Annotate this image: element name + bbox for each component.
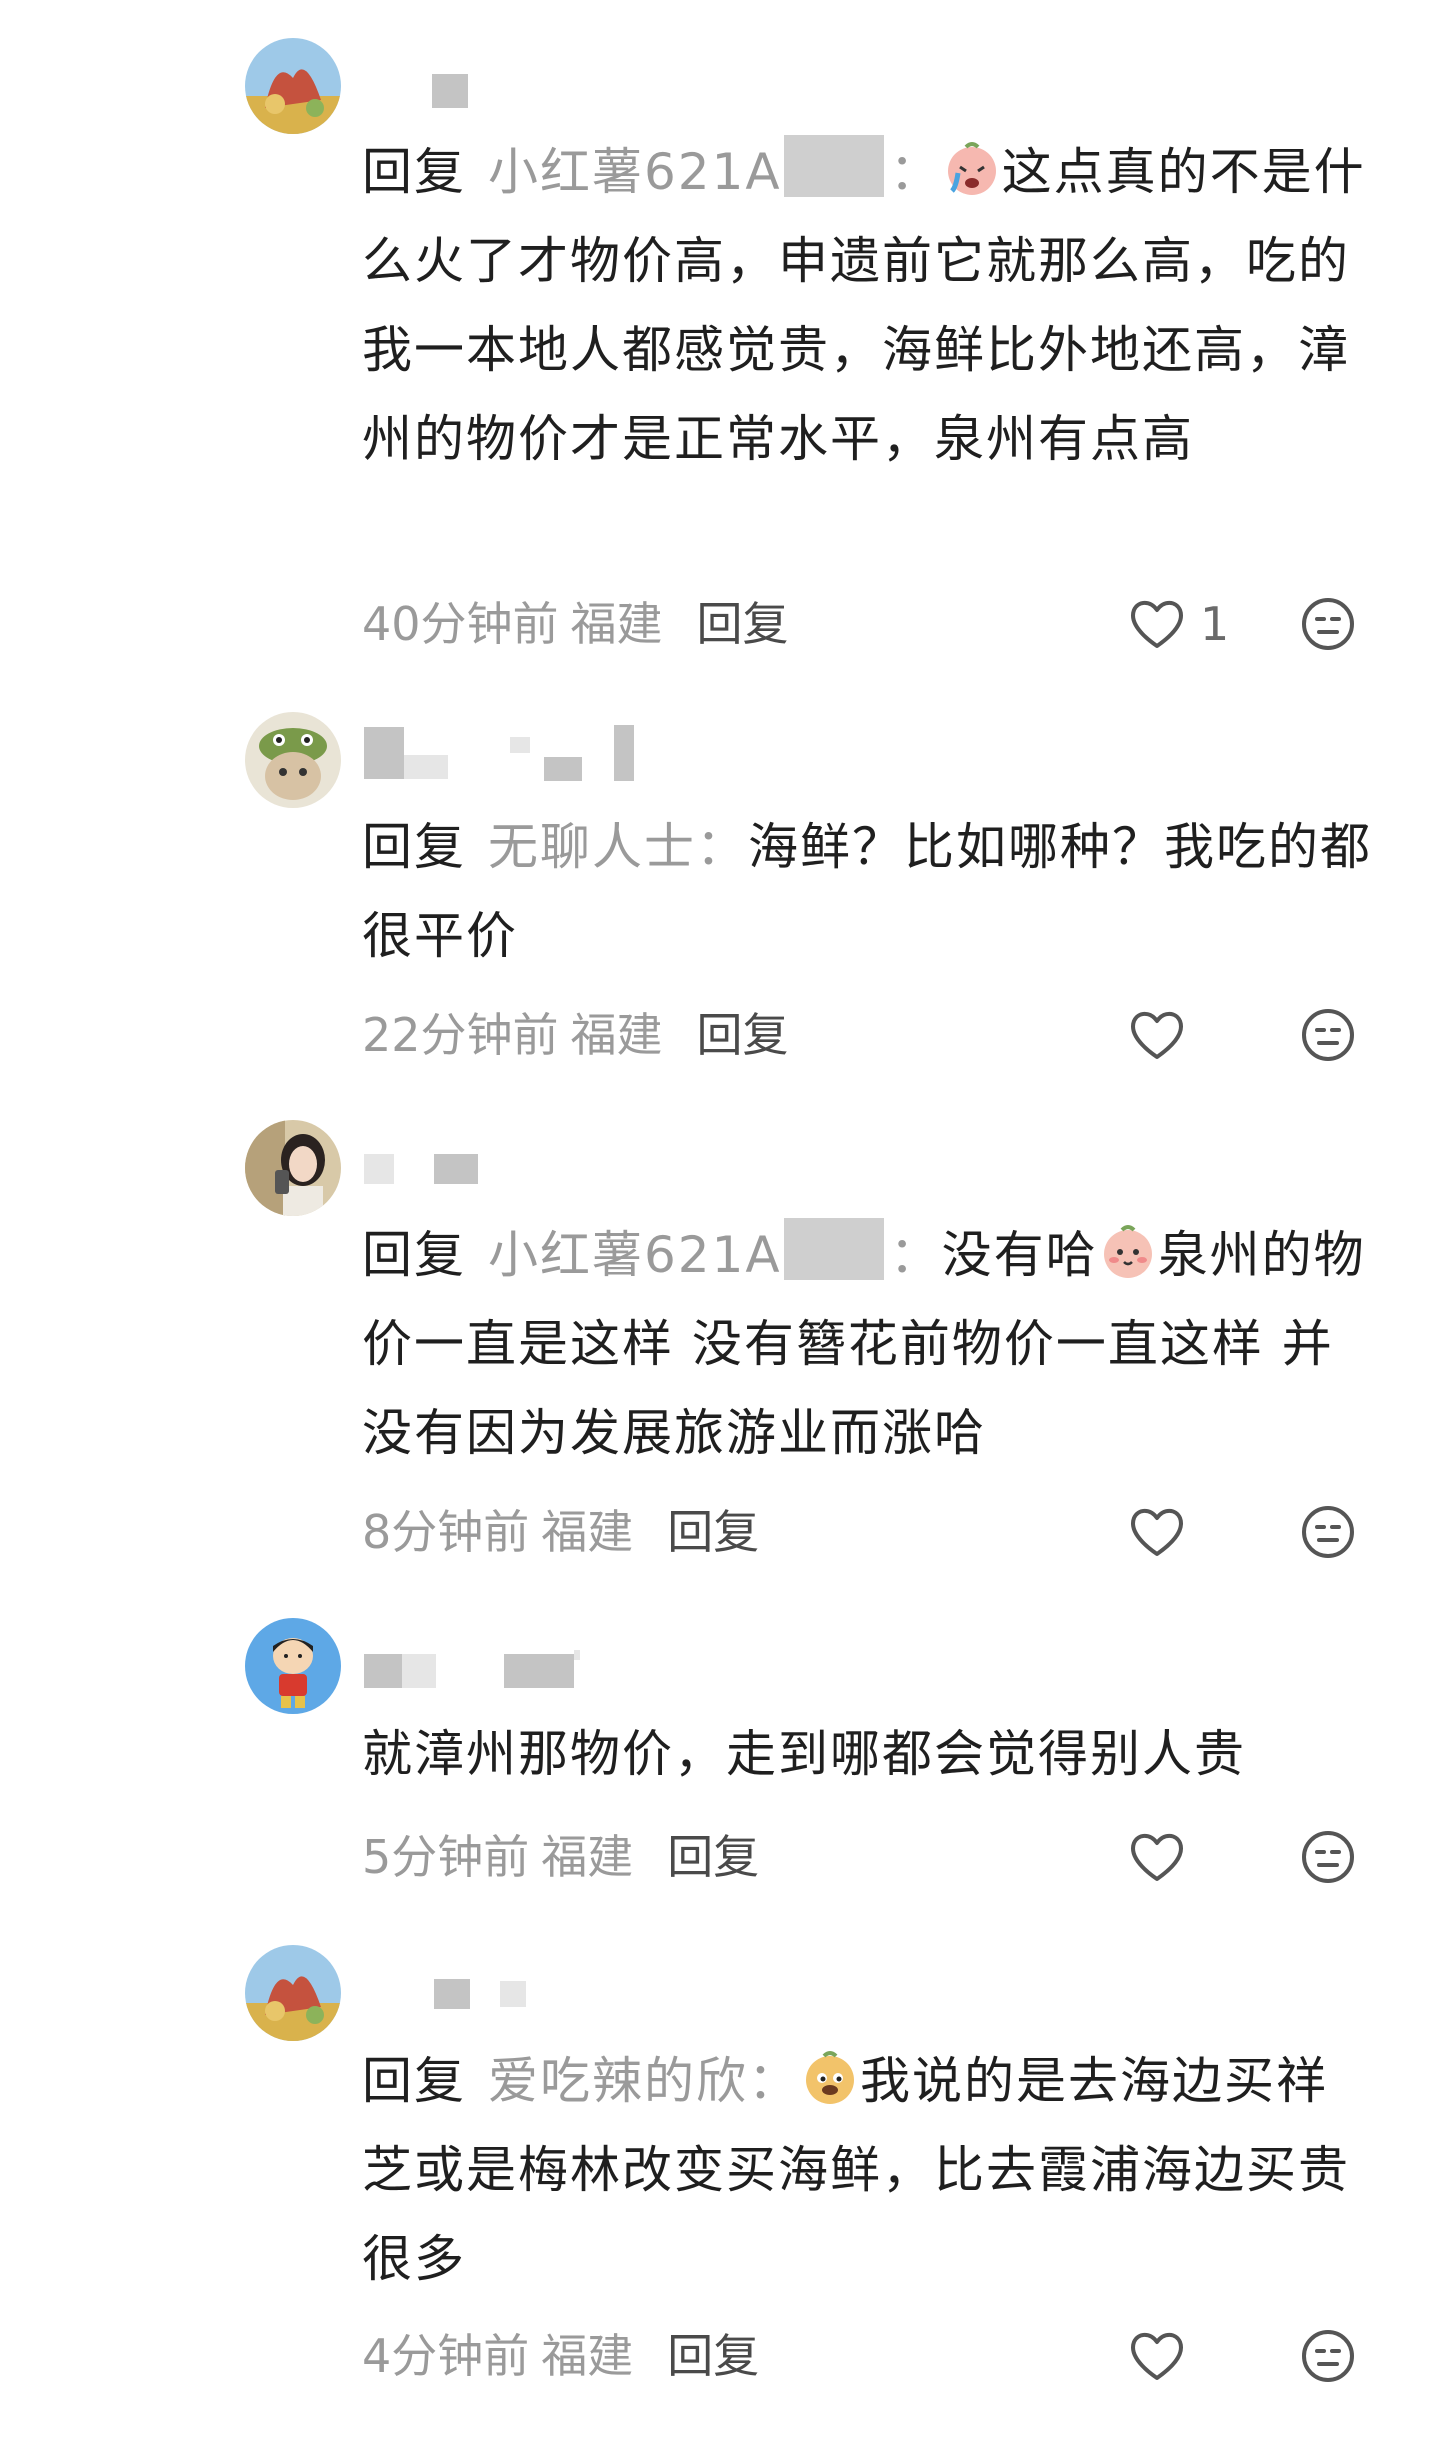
neutral-face-icon <box>1300 1007 1356 1063</box>
reply-label: 回复 <box>362 1226 466 1284</box>
reply-label: 回复 <box>362 818 466 876</box>
like-count: 1 <box>1200 597 1230 651</box>
reply-button[interactable]: 回复 <box>667 2329 759 2383</box>
comment-region: 福建 <box>570 1008 663 1062</box>
comment-meta: 5分钟前 福建 回复 <box>362 1827 759 1887</box>
reply-button[interactable]: 回复 <box>697 597 789 651</box>
reply-target-user[interactable]: 小红薯621A <box>488 143 782 201</box>
comment-body: 回复 小红薯621A ：没有哈 泉州的物价一直是这样 没有簪花前物价一直这样 并没有因… <box>362 1211 1372 1478</box>
neutral-face-icon <box>1300 1829 1356 1885</box>
avatar[interactable] <box>245 1618 341 1714</box>
reply-button[interactable]: 回复 <box>667 1830 759 1884</box>
comment-meta: 22分钟前 福建 回复 <box>362 1005 789 1065</box>
comment-region: 福建 <box>541 1505 634 1559</box>
comment-time: 5分钟前 <box>362 1830 530 1884</box>
neutral-face-icon <box>1300 2328 1356 2384</box>
avatar[interactable] <box>245 712 341 808</box>
like-button[interactable]: 1 <box>1128 594 1229 654</box>
comment-body: 回复 小红薯621A：这点真的不是什么火了才物价高，申遗前它就那么高，吃的我一本地… <box>362 128 1372 484</box>
masked-username-fragment <box>783 1218 884 1280</box>
comment-text: 就漳州那物价，走到哪都会觉得别人贵 <box>362 1725 1246 1783</box>
reply-target-user[interactable]: 爱吃辣的欣 <box>488 2052 748 2110</box>
avatar[interactable] <box>245 38 341 134</box>
comment-region: 福建 <box>541 2329 634 2383</box>
dislike-button[interactable] <box>1300 1504 1356 1560</box>
dislike-button[interactable] <box>1300 596 1356 652</box>
comment-text-prefix: 没有哈 <box>941 1226 1098 1284</box>
reply-button[interactable]: 回复 <box>667 1505 759 1559</box>
like-button[interactable] <box>1128 1005 1200 1065</box>
neutral-face-icon <box>1300 596 1356 652</box>
smug-face-icon <box>802 2050 858 2106</box>
comment-time: 4分钟前 <box>362 2329 530 2383</box>
like-button[interactable] <box>1128 1827 1200 1887</box>
heart-icon <box>1128 598 1186 650</box>
heart-icon <box>1128 1831 1186 1883</box>
neutral-face-icon <box>1300 1504 1356 1560</box>
dislike-button[interactable] <box>1300 1829 1356 1885</box>
heart-icon <box>1128 2330 1186 2382</box>
comment-time: 40分钟前 <box>362 597 559 651</box>
comment-meta: 40分钟前 福建 回复 <box>362 594 789 654</box>
avatar[interactable] <box>245 1120 341 1216</box>
reply-label: 回复 <box>362 2052 466 2110</box>
comment-region: 福建 <box>541 1830 634 1884</box>
avatar[interactable] <box>245 1945 341 2041</box>
comment-meta: 4分钟前 福建 回复 <box>362 2326 759 2386</box>
reply-label: 回复 <box>362 143 466 201</box>
reply-button[interactable]: 回复 <box>697 1008 789 1062</box>
like-button[interactable] <box>1128 1502 1200 1562</box>
comment-meta: 8分钟前 福建 回复 <box>362 1502 759 1562</box>
heart-icon <box>1128 1506 1186 1558</box>
comment-time: 22分钟前 <box>362 1008 559 1062</box>
shy-face-icon <box>1100 1224 1156 1280</box>
dislike-button[interactable] <box>1300 2328 1356 2384</box>
comment-time: 8分钟前 <box>362 1505 530 1559</box>
like-button[interactable] <box>1128 2326 1200 2386</box>
comment-body: 就漳州那物价，走到哪都会觉得别人贵 <box>362 1710 1372 1799</box>
comment-region: 福建 <box>570 597 663 651</box>
comment-body: 回复 无聊人士：海鲜？比如哪种？我吃的都很平价 <box>362 818 1372 965</box>
dislike-button[interactable] <box>1300 1007 1356 1063</box>
masked-username-fragment <box>783 135 884 197</box>
comment-body: 回复 爱吃辣的欣： 我说的是去海边买祥芝或是梅林改变买海鲜，比去霞浦海边买贵很多 <box>362 2050 1350 2288</box>
reply-target-user[interactable]: 小红薯621A <box>488 1226 782 1284</box>
crying-face-icon <box>944 141 1000 197</box>
heart-icon <box>1128 1009 1186 1061</box>
reply-target-user[interactable]: 无聊人士 <box>488 818 696 876</box>
